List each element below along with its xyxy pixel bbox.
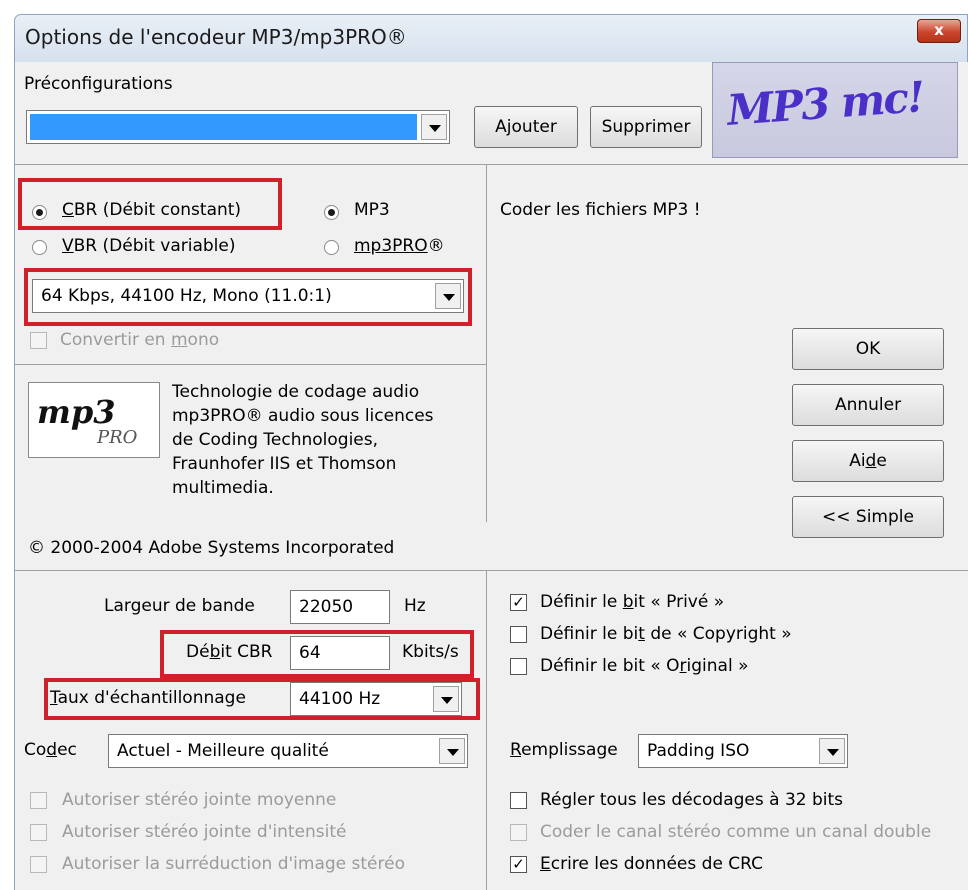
licence-divider: [486, 364, 487, 522]
bitrate-combo[interactable]: 64 Kbps, 44100 Hz, Mono (11.0:1): [32, 279, 464, 313]
bandwidth-unit: Hz: [404, 596, 426, 616]
presets-label: Préconfigurations: [24, 74, 173, 94]
licence-text: Technologie de codage audio mp3PRO® audi…: [172, 382, 434, 498]
joint-stereo-mid-label: Autoriser stéréo jointe moyenne: [62, 790, 337, 810]
help-button[interactable]: Aide: [792, 440, 944, 482]
mode-licence-divider: [14, 364, 486, 365]
mp3-radio[interactable]: [324, 205, 339, 220]
cbr-radio[interactable]: [32, 205, 47, 220]
sample-rate-combo[interactable]: 44100 Hz: [290, 682, 462, 716]
joint-stereo-intensity-checkbox[interactable]: [30, 824, 47, 841]
crc-label: Ecrire les données de CRC: [540, 854, 764, 874]
original-bit-checkbox[interactable]: [510, 658, 527, 675]
ok-button[interactable]: OK: [792, 328, 944, 370]
codec-combo[interactable]: Actuel - Meilleure qualité: [108, 734, 468, 768]
mp3pro-label: mp3PRO®: [354, 236, 445, 256]
private-bit-checkbox[interactable]: ✓: [510, 594, 527, 611]
cbr-rate-unit: Kbits/s: [402, 642, 459, 662]
mono-label: Convertir en mono: [60, 330, 220, 350]
vbr-label: VBR (Débit variable): [62, 236, 236, 256]
top-divider: [14, 164, 968, 165]
private-bit-label: Définir le bit « Privé »: [540, 592, 725, 612]
crc-checkbox[interactable]: ✓: [510, 856, 527, 873]
stereo-dual-label: Coder le canal stéréo comme un canal dou…: [540, 822, 932, 842]
padding-combo[interactable]: Padding ISO: [638, 734, 848, 768]
copyright-bit-checkbox[interactable]: [510, 626, 527, 643]
mono-checkbox[interactable]: [30, 332, 47, 349]
mode-description: Coder les fichiers MP3 !: [500, 200, 701, 220]
stereo-narrowing-checkbox[interactable]: [30, 856, 47, 873]
codec-label: Codec: [24, 740, 77, 760]
cancel-button[interactable]: Annuler: [792, 384, 944, 426]
joint-stereo-intensity-label: Autoriser stéréo jointe d'intensité: [62, 822, 347, 842]
delete-preset-button[interactable]: Supprimer: [590, 106, 702, 148]
presets-selection: [30, 114, 417, 140]
padding-label: Remplissage: [510, 740, 618, 760]
stereo-dual-checkbox[interactable]: [510, 824, 527, 841]
joint-stereo-mid-checkbox[interactable]: [30, 792, 47, 809]
presets-combo[interactable]: [26, 110, 450, 144]
chevron-down-icon[interactable]: [435, 283, 461, 309]
bandwidth-input[interactable]: 22050: [290, 590, 390, 624]
decode32-checkbox[interactable]: [510, 792, 527, 809]
copyright-text: © 2000-2004 Adobe Systems Incorporated: [28, 538, 395, 558]
chevron-down-icon[interactable]: [819, 738, 845, 764]
cbr-rate-input[interactable]: 64: [290, 636, 390, 670]
window-title: Options de l'encodeur MP3/mp3PRO®: [25, 25, 407, 49]
sample-rate-label: Taux d'échantillonnage: [50, 688, 246, 708]
mp3pro-radio[interactable]: [324, 240, 339, 255]
chevron-down-icon[interactable]: [433, 686, 459, 712]
vbr-radio[interactable]: [32, 240, 47, 255]
copyright-bit-label: Définir le bit de « Copyright »: [540, 624, 792, 644]
mode-divider: [486, 164, 487, 364]
bandwidth-label: Largeur de bande: [104, 596, 255, 616]
advanced-column-divider: [486, 570, 487, 890]
decode32-label: Régler tous les décodages à 32 bits: [540, 790, 844, 810]
simple-button[interactable]: << Simple: [792, 496, 944, 538]
cbr-rate-label: Débit CBR: [186, 642, 273, 662]
original-bit-label: Définir le bit « Original »: [540, 656, 749, 676]
stereo-narrowing-label: Autoriser la surréduction d'image stéréo: [62, 854, 405, 874]
close-button[interactable]: x: [917, 19, 961, 43]
title-bar[interactable]: Options de l'encodeur MP3/mp3PRO® x: [14, 14, 968, 62]
advanced-divider: [14, 570, 968, 571]
mp3-mc-logo: MP3 mc!: [712, 62, 958, 158]
add-preset-button[interactable]: Ajouter: [474, 106, 578, 148]
cbr-label: CBR (Débit constant): [62, 200, 242, 220]
chevron-down-icon[interactable]: [439, 738, 465, 764]
mp3pro-logo: mp3 PRO: [28, 382, 160, 458]
mp3-label: MP3: [354, 200, 390, 220]
chevron-down-icon[interactable]: [421, 114, 447, 140]
